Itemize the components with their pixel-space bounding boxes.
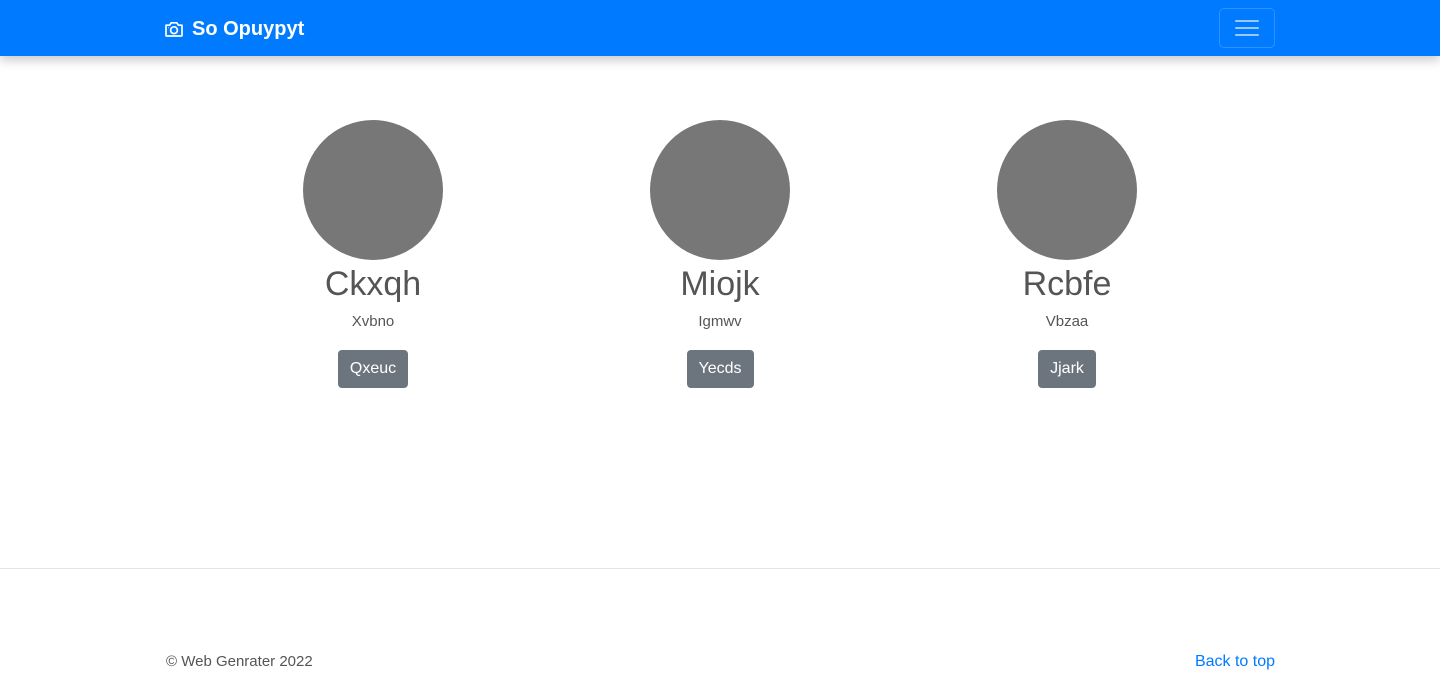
people-section: Ckxqh Xvbno Qxeuc Miojk Igmwv Yecds Rcbf… bbox=[0, 120, 1440, 400]
person-action-button[interactable]: Yecds bbox=[686, 350, 754, 388]
hamburger-menu-icon bbox=[1235, 18, 1259, 38]
copyright-text: © Web Genrater 2022 bbox=[166, 653, 313, 670]
person-card: Ckxqh Xvbno Qxeuc bbox=[233, 120, 513, 388]
brand-link[interactable]: So Opuypyt bbox=[164, 16, 304, 42]
brand-text: So Opuypyt bbox=[192, 17, 305, 40]
avatar bbox=[997, 120, 1137, 260]
navbar: So Opuypyt bbox=[0, 0, 1440, 56]
person-name: Miojk bbox=[680, 265, 760, 303]
camera-icon bbox=[164, 20, 184, 38]
back-to-top-link[interactable]: Back to top bbox=[1195, 652, 1275, 672]
person-name: Rcbfe bbox=[1022, 265, 1112, 303]
person-action-button[interactable]: Qxeuc bbox=[337, 350, 409, 388]
navbar-toggle-button[interactable] bbox=[1219, 8, 1275, 48]
person-subtitle: Igmwv bbox=[698, 313, 742, 330]
person-subtitle: Xvbno bbox=[351, 313, 395, 330]
avatar bbox=[303, 120, 443, 260]
avatar bbox=[650, 120, 790, 260]
footer-divider bbox=[0, 568, 1440, 569]
person-card: Miojk Igmwv Yecds bbox=[580, 120, 860, 388]
person-name: Ckxqh bbox=[324, 265, 422, 303]
person-action-button[interactable]: Jjark bbox=[1038, 350, 1096, 388]
person-card: Rcbfe Vbzaa Jjark bbox=[927, 120, 1207, 388]
person-subtitle: Vbzaa bbox=[1045, 313, 1089, 330]
